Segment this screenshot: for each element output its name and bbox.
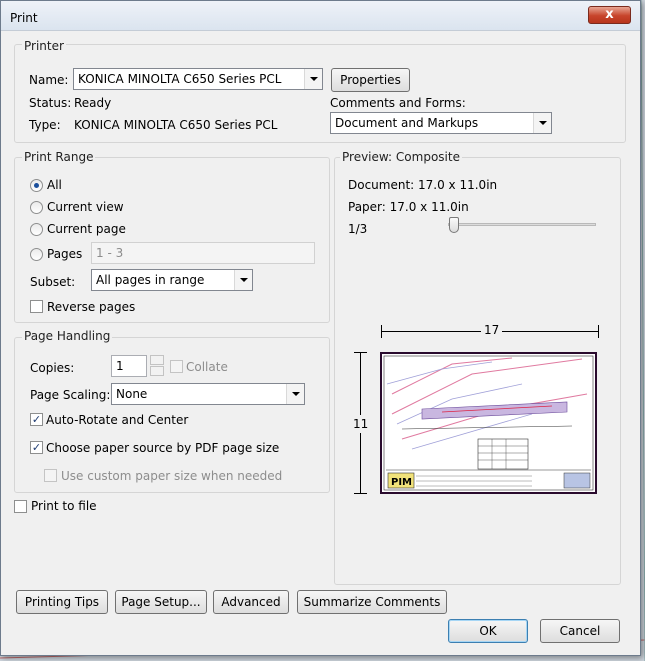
current-page-label[interactable]: Current page [47, 222, 126, 236]
window-title: Print [10, 11, 38, 25]
current-view-radio[interactable] [30, 201, 43, 214]
page-slider-track[interactable] [448, 223, 596, 226]
page-setup-button[interactable]: Page Setup... [115, 590, 207, 614]
height-tick-top [354, 352, 367, 353]
summarize-comments-button[interactable]: Summarize Comments [297, 590, 447, 614]
pages-radio[interactable] [30, 248, 43, 261]
subset-label: Subset: [30, 275, 76, 289]
all-radio[interactable] [30, 179, 43, 192]
ok-button[interactable]: OK [448, 619, 528, 643]
paper-source-checkbox[interactable]: ✓ [30, 441, 43, 454]
height-label: 11 [353, 415, 369, 433]
custom-paper-label: Use custom paper size when needed [61, 469, 283, 483]
status-value: Ready [74, 96, 112, 110]
page-scaling-select[interactable]: None [111, 383, 305, 405]
copies-stepper[interactable] [150, 355, 164, 377]
width-tick-right [598, 325, 599, 338]
print-to-file-checkbox[interactable] [14, 500, 27, 513]
copies-input[interactable]: 1 [111, 355, 147, 377]
page-preview-thumbnail: PIM [380, 352, 597, 494]
copies-label: Copies: [30, 361, 75, 375]
collate-checkbox[interactable] [170, 360, 183, 373]
print-dialog: Print x Printer Name: KONICA MINOLTA C65… [0, 0, 641, 656]
properties-button[interactable]: Properties [331, 68, 410, 92]
pages-range-input[interactable]: 1 - 3 [91, 242, 315, 264]
print-range-label: Print Range [22, 150, 96, 164]
current-view-label[interactable]: Current view [47, 200, 124, 214]
close-button[interactable]: x [588, 6, 631, 24]
reverse-pages-checkbox[interactable] [30, 300, 43, 313]
paper-size: Paper: 17.0 x 11.0in [348, 200, 469, 214]
title-bar[interactable]: Print x [1, 1, 640, 31]
width-tick-left [381, 325, 382, 338]
cancel-button[interactable]: Cancel [540, 619, 620, 643]
chevron-down-icon[interactable] [234, 270, 252, 290]
printing-tips-button[interactable]: Printing Tips [16, 590, 108, 614]
auto-rotate-checkbox[interactable]: ✓ [30, 413, 43, 426]
subset-select[interactable]: All pages in range [91, 269, 253, 291]
paper-source-label[interactable]: Choose paper source by PDF page size [46, 441, 279, 455]
auto-rotate-label[interactable]: Auto-Rotate and Center [46, 413, 188, 427]
comments-forms-select[interactable]: Document and Markups [330, 112, 552, 134]
comments-forms-label: Comments and Forms: [330, 96, 466, 110]
current-page-radio[interactable] [30, 223, 43, 236]
logo-text: PIM [391, 477, 412, 488]
chevron-down-icon[interactable] [304, 69, 322, 89]
page-scaling-value: None [116, 387, 148, 401]
print-to-file-label[interactable]: Print to file [31, 499, 97, 513]
printer-name-value: KONICA MINOLTA C650 Series PCL [78, 72, 282, 86]
chevron-down-icon[interactable] [533, 113, 551, 133]
name-label: Name: [29, 73, 69, 87]
subset-value: All pages in range [96, 273, 205, 287]
printer-name-select[interactable]: KONICA MINOLTA C650 Series PCL [73, 68, 323, 90]
height-tick-bottom [354, 493, 367, 494]
status-label: Status: [29, 96, 72, 110]
dialog-body: Printer Name: KONICA MINOLTA C650 Series… [10, 35, 633, 649]
chevron-down-icon[interactable] [286, 384, 304, 404]
page-indicator: 1/3 [348, 222, 368, 236]
reverse-pages-label[interactable]: Reverse pages [47, 300, 135, 314]
page-slider-thumb[interactable] [449, 217, 459, 233]
type-label: Type: [29, 118, 61, 132]
custom-paper-checkbox[interactable] [44, 469, 57, 482]
collate-label: Collate [186, 360, 228, 374]
printer-group-label: Printer [22, 39, 66, 53]
page-handling-label: Page Handling [22, 329, 113, 343]
comments-forms-value: Document and Markups [335, 116, 479, 130]
all-label[interactable]: All [47, 178, 62, 192]
drawing-thumbnail: PIM [383, 355, 594, 491]
page-scaling-label: Page Scaling: [30, 388, 111, 402]
advanced-button[interactable]: Advanced [213, 590, 289, 614]
type-value: KONICA MINOLTA C650 Series PCL [74, 118, 278, 132]
preview-group-label: Preview: Composite [340, 150, 462, 164]
width-label: 17 [481, 323, 503, 337]
pages-label[interactable]: Pages [47, 247, 82, 261]
document-size: Document: 17.0 x 11.0in [348, 178, 498, 192]
